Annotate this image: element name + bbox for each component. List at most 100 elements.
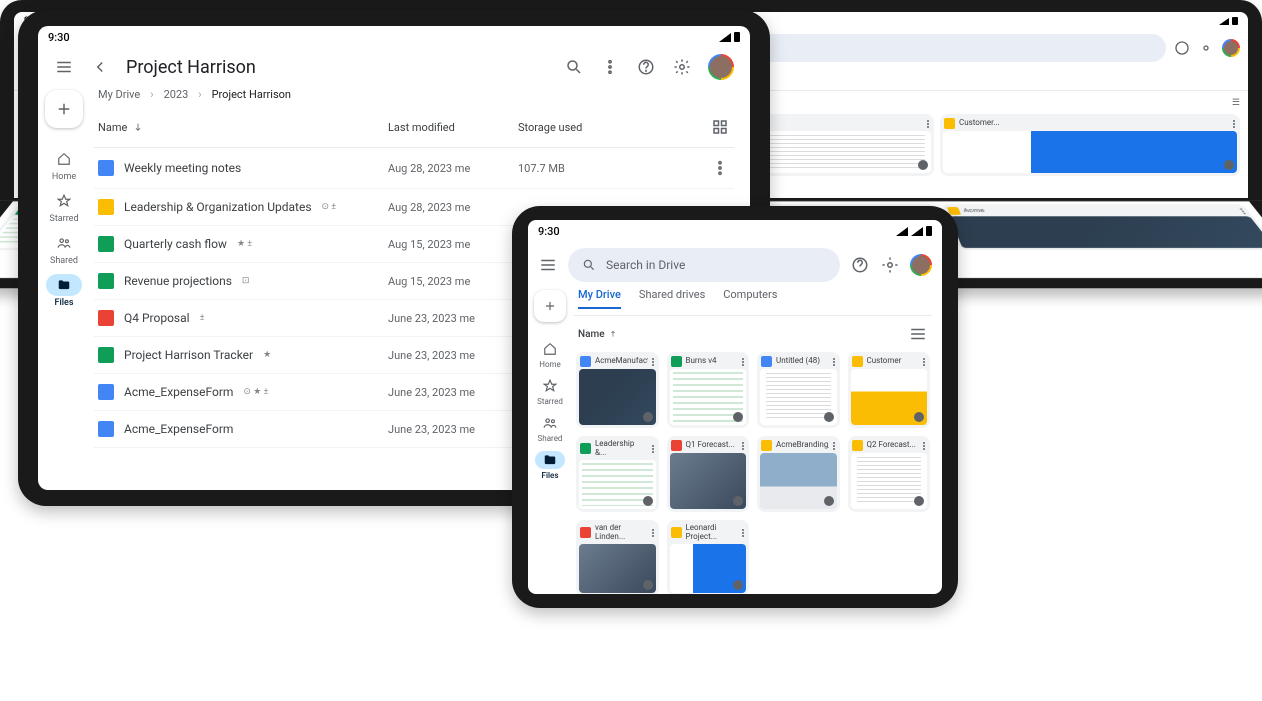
file-row[interactable]: Weekly meeting notes Aug 28, 2023 me107.… — [94, 148, 734, 189]
tab-shared-drives[interactable]: Shared drives — [639, 288, 705, 309]
file-card[interactable]: Leonardi Project... — [667, 520, 750, 594]
pdf-icon — [671, 440, 682, 451]
nav-home[interactable]: Home — [46, 144, 82, 186]
card-title: van der Linden... — [595, 524, 648, 542]
more-icon[interactable] — [742, 442, 745, 450]
more-icon[interactable] — [927, 120, 930, 128]
more-icon[interactable] — [652, 529, 655, 537]
file-modified: June 23, 2023 me — [388, 349, 518, 362]
tab-my-drive[interactable]: My Drive — [578, 288, 621, 309]
file-card[interactable]: Customer... — [940, 114, 1240, 176]
sheet-icon — [580, 443, 591, 454]
nav-starred[interactable]: Starred — [535, 373, 565, 410]
nav-home[interactable]: Home — [535, 336, 565, 373]
side-nav: HomeStarredSharedFiles — [528, 288, 572, 594]
grid-view-icon[interactable] — [710, 117, 730, 137]
file-badges: ★ — [263, 350, 271, 360]
settings-icon[interactable] — [672, 57, 692, 77]
status-bar: 9:30 — [38, 26, 750, 48]
file-card[interactable]: Untitled (48) — [757, 352, 840, 428]
tab-computers[interactable]: Computers — [723, 288, 777, 309]
breadcrumb-item[interactable]: My Drive — [98, 88, 140, 101]
sort-name[interactable]: Name — [578, 329, 617, 340]
file-name: Acme_ExpenseForm — [124, 385, 233, 399]
file-card[interactable]: Q2 Forecast... — [848, 436, 931, 512]
file-card[interactable]: Q1 Forecast... — [667, 436, 750, 512]
new-fab[interactable] — [534, 290, 566, 322]
help-icon[interactable] — [636, 57, 656, 77]
col-modified[interactable]: Last modified — [388, 121, 518, 134]
card-title: AcmeBranding_201... — [776, 441, 829, 450]
file-card[interactable]: Burns v4 — [667, 352, 750, 428]
card-title: Leonardi Project... — [686, 524, 739, 542]
help-icon[interactable] — [850, 255, 870, 275]
more-icon[interactable] — [923, 358, 926, 366]
file-modified: June 23, 2023 me — [388, 423, 518, 436]
thumbnail — [579, 460, 656, 509]
card-title: Customer — [867, 357, 920, 366]
file-card[interactable]: Leadership &... — [576, 436, 659, 512]
list-view-icon[interactable] — [908, 324, 928, 344]
slide-icon — [852, 356, 863, 367]
help-icon[interactable] — [1174, 40, 1190, 56]
file-modified: June 23, 2023 me — [388, 312, 518, 325]
more-icon[interactable] — [652, 358, 655, 366]
nav-shared[interactable]: Shared — [535, 410, 565, 447]
avatar[interactable] — [708, 54, 734, 80]
file-card[interactable]: Acme — [942, 204, 1262, 250]
more-icon[interactable] — [923, 442, 926, 450]
breadcrumb-item[interactable]: 2023 — [164, 88, 189, 101]
file-card[interactable]: AcmeManufacturi... — [576, 352, 659, 428]
more-icon[interactable] — [600, 57, 620, 77]
new-fab[interactable] — [45, 90, 83, 128]
file-storage: 107.7 MB — [518, 162, 710, 175]
more-icon[interactable] — [742, 529, 745, 537]
sort-name[interactable]: Name — [98, 121, 127, 134]
more-icon[interactable] — [1233, 120, 1236, 128]
slide-icon — [944, 118, 955, 129]
file-modified: Aug 15, 2023 me — [388, 275, 518, 288]
nav-shared[interactable]: Shared — [46, 228, 82, 270]
settings-icon[interactable] — [880, 255, 900, 275]
menu-icon[interactable] — [538, 255, 558, 275]
more-icon[interactable] — [652, 445, 655, 453]
thumbnail — [670, 544, 747, 593]
slide-icon — [671, 527, 682, 538]
file-card[interactable]: AcmeBranding_201... — [757, 436, 840, 512]
page-title: Project Harrison — [126, 57, 256, 78]
search-icon[interactable] — [564, 57, 584, 77]
status-bar: 9:30 — [528, 220, 942, 242]
column-header: Name Last modified Storage used — [94, 111, 734, 148]
nav-files[interactable]: Files — [46, 270, 82, 312]
signal-icon — [896, 227, 908, 236]
file-badges: ★ ± — [237, 239, 252, 249]
more-icon[interactable] — [742, 358, 745, 366]
file-card[interactable]: van der Linden... — [576, 520, 659, 594]
thumbnail — [950, 216, 1262, 248]
breadcrumb-item: Project Harrison — [212, 88, 291, 101]
file-card[interactable]: Customer — [848, 352, 931, 428]
more-icon[interactable] — [833, 358, 836, 366]
back-icon[interactable] — [90, 57, 110, 77]
more-icon[interactable] — [1239, 208, 1247, 214]
thumbnail — [943, 131, 1237, 173]
clock: 9:30 — [48, 31, 70, 44]
card-title: Burns v4 — [686, 357, 739, 366]
more-icon[interactable] — [833, 442, 836, 450]
list-view-icon[interactable]: ☰ — [1232, 98, 1240, 108]
slide-icon — [852, 440, 863, 451]
nav-files[interactable]: Files — [535, 447, 565, 484]
arrow-up-icon — [609, 330, 617, 338]
col-storage[interactable]: Storage used — [518, 121, 710, 134]
search-input[interactable]: Search in Drive — [568, 248, 840, 282]
file-badges: ⊙ ± — [322, 202, 337, 212]
nav-starred[interactable]: Starred — [46, 186, 82, 228]
more-icon[interactable] — [710, 158, 730, 178]
file-name: Acme_ExpenseForm — [124, 422, 233, 436]
avatar[interactable] — [910, 254, 932, 276]
battery-icon — [1232, 17, 1238, 25]
thumbnail — [851, 369, 928, 425]
avatar[interactable] — [1222, 39, 1240, 57]
settings-icon[interactable] — [1198, 40, 1214, 56]
menu-icon[interactable] — [54, 57, 74, 77]
